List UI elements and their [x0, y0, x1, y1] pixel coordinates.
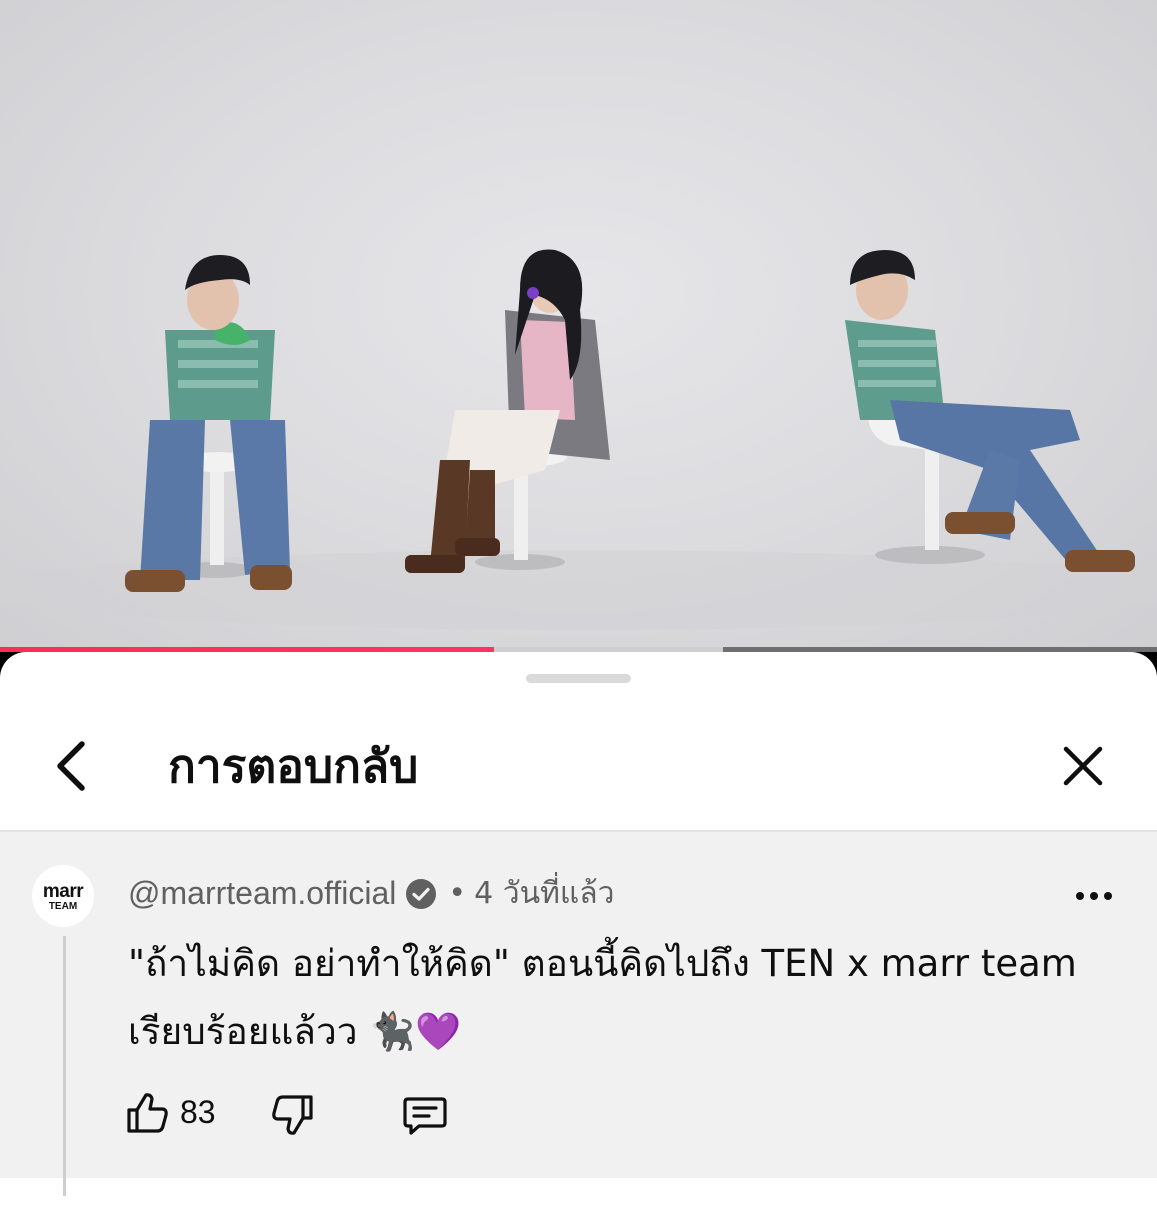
- video-player[interactable]: [0, 0, 1157, 652]
- close-icon: [1063, 746, 1103, 786]
- sheet-title: การตอบกลับ: [168, 739, 419, 793]
- close-button[interactable]: [1060, 743, 1106, 789]
- chevron-left-icon: [57, 741, 85, 791]
- thread-line: [63, 936, 66, 1196]
- more-options-button[interactable]: [1070, 886, 1118, 906]
- meta-separator: •: [448, 876, 467, 911]
- reply-comment-icon: [403, 1097, 447, 1135]
- like-count: 83: [180, 1094, 216, 1130]
- comment-text: "ถ้าไม่คิด อย่าทำให้คิด" ตอนนี้คิดไปถึง …: [128, 942, 1077, 1053]
- comment-timestamp: 4 วันที่แล้ว: [474, 876, 615, 911]
- thumbs-down-icon: [272, 1095, 313, 1135]
- back-button[interactable]: [46, 738, 96, 794]
- comment-item: marr TEAM @marrteam.official • 4 วันที่แล…: [0, 832, 1157, 1196]
- replies-sheet: การตอบกลับ marr TEAM @marrteam.official …: [0, 652, 1157, 1212]
- video-person-left: [125, 255, 292, 592]
- thumbs-up-icon: [127, 1093, 168, 1133]
- verified-badge-icon: [406, 878, 437, 909]
- video-person-middle: [405, 249, 610, 573]
- like-button[interactable]: [124, 1090, 170, 1136]
- comment-username[interactable]: @marrteam.official: [128, 875, 396, 911]
- avatar-logo-subtext: TEAM: [48, 901, 78, 912]
- video-person-right: [845, 250, 1135, 572]
- video-frame: [0, 249, 1157, 630]
- comment-meta: @marrteam.official • 4 วันที่แล้ว: [128, 870, 614, 912]
- avatar[interactable]: marr TEAM: [32, 865, 94, 927]
- dislike-button[interactable]: [270, 1092, 316, 1138]
- reply-button[interactable]: [402, 1092, 448, 1138]
- sheet-drag-handle[interactable]: [526, 674, 631, 683]
- avatar-logo-text: marr: [42, 881, 84, 902]
- more-options-icon: [1076, 892, 1112, 900]
